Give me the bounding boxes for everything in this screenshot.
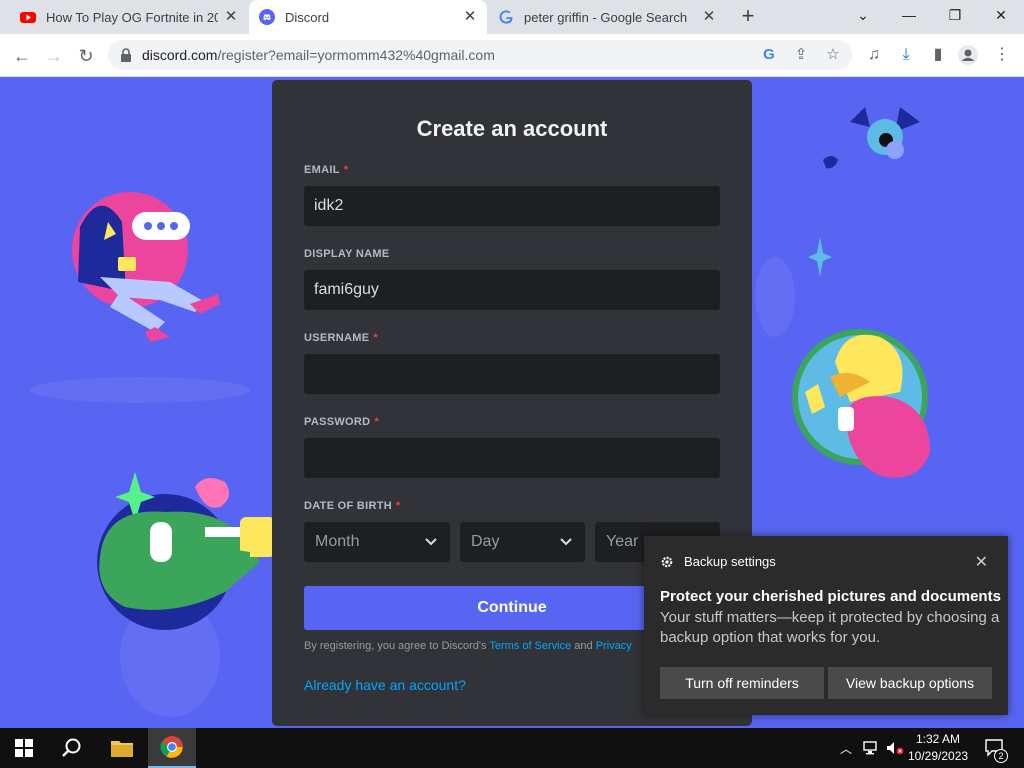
legal-text: By registering, you agree to Discord's T… bbox=[304, 640, 632, 652]
windows-taskbar: ︿ 1:32 AM 10/29/2023 2 bbox=[0, 728, 1024, 768]
background-cloud bbox=[30, 377, 250, 403]
password-field[interactable] bbox=[304, 438, 720, 478]
tab-search-chevron-icon[interactable]: ⌄ bbox=[840, 0, 886, 30]
discord-icon bbox=[259, 9, 275, 25]
download-icon[interactable]: ⤓ bbox=[896, 45, 916, 65]
month-select[interactable]: Month bbox=[304, 522, 450, 562]
wumpus-friend-illustration bbox=[72, 192, 220, 342]
already-have-account-link[interactable]: Already have an account? bbox=[304, 677, 466, 693]
action-center-button[interactable]: 2 bbox=[980, 728, 1010, 768]
clock-time: 1:32 AM bbox=[915, 732, 961, 746]
url-host: discord.com bbox=[142, 47, 218, 63]
required-asterisk: * bbox=[396, 500, 401, 512]
required-asterisk: * bbox=[374, 416, 379, 428]
username-label: USERNAME * bbox=[304, 332, 378, 344]
notification-title: Protect your cherished pictures and docu… bbox=[660, 588, 1001, 605]
volume-muted-icon[interactable] bbox=[884, 728, 906, 768]
tab-title: peter griffin - Google Search bbox=[524, 9, 688, 25]
forward-button[interactable]: → bbox=[40, 42, 68, 70]
background-cloud bbox=[755, 257, 795, 337]
notification-body: Your stuff matters—keep it protected by … bbox=[660, 609, 1000, 646]
network-icon[interactable] bbox=[860, 728, 882, 768]
close-tab-icon[interactable]: ✕ bbox=[461, 8, 479, 26]
view-backup-options-button[interactable]: View backup options bbox=[828, 667, 992, 699]
email-field[interactable]: idk2 bbox=[304, 186, 720, 226]
folder-icon bbox=[111, 741, 133, 757]
restore-button[interactable]: ❐ bbox=[932, 0, 978, 30]
close-tab-icon[interactable]: ✕ bbox=[222, 8, 240, 26]
search-icon bbox=[62, 738, 81, 757]
display-name-field[interactable]: fami6guy bbox=[304, 270, 720, 310]
privacy-policy-link[interactable]: Privacy bbox=[596, 640, 632, 652]
search-button[interactable] bbox=[48, 728, 96, 768]
green-creature-illustration bbox=[97, 472, 275, 630]
tab-google-search[interactable]: peter griffin - Google Search ✕ bbox=[488, 0, 726, 34]
url-text: discord.com/register?email=yormomm432%40… bbox=[142, 47, 495, 63]
address-bar[interactable]: discord.com/register?email=yormomm432%40… bbox=[108, 40, 852, 70]
file-explorer-button[interactable] bbox=[98, 728, 146, 768]
display-name-label: DISPLAY NAME bbox=[304, 248, 390, 260]
date-of-birth-label: DATE OF BIRTH * bbox=[304, 500, 401, 512]
tab-title: Discord bbox=[285, 9, 330, 25]
chevron-down-icon bbox=[424, 522, 438, 578]
chrome-menu-icon[interactable]: ⋮ bbox=[992, 45, 1012, 65]
flying-creature-illustration bbox=[823, 107, 920, 169]
minimize-button[interactable]: — bbox=[886, 0, 932, 30]
browser-toolbar: ← → ↻ discord.com/register?email=yormomm… bbox=[0, 34, 1024, 77]
back-button[interactable]: ← bbox=[8, 42, 36, 70]
sparkle-icon bbox=[808, 237, 832, 277]
reload-button[interactable]: ↻ bbox=[72, 42, 100, 70]
chrome-icon bbox=[160, 736, 183, 758]
url-path: /register?email=yormomm432%40gmail.com bbox=[217, 47, 495, 63]
required-asterisk: * bbox=[343, 164, 349, 176]
windows-logo-icon bbox=[15, 739, 33, 757]
yellow-duck-illustration bbox=[792, 329, 930, 478]
browser-tab-strip: How To Play OG Fortnite in 2023 ✕ Discor… bbox=[0, 0, 1024, 34]
share-icon[interactable]: ⇪ bbox=[792, 46, 810, 64]
youtube-icon bbox=[20, 12, 36, 23]
google-icon bbox=[499, 10, 513, 24]
google-lens-icon[interactable]: G bbox=[760, 46, 778, 64]
backup-notification: Backup settings ✕ Protect your cherished… bbox=[644, 536, 1008, 715]
side-panel-icon[interactable]: ▮ bbox=[928, 45, 948, 65]
tab-youtube[interactable]: How To Play OG Fortnite in 2023 ✕ bbox=[8, 0, 248, 34]
tab-title: How To Play OG Fortnite in 2023 bbox=[46, 9, 218, 25]
notification-app-name: Backup settings bbox=[684, 554, 776, 569]
notification-count-badge: 2 bbox=[994, 749, 1008, 763]
profile-avatar-icon[interactable] bbox=[958, 45, 978, 65]
username-field[interactable] bbox=[304, 354, 720, 394]
close-icon[interactable]: ✕ bbox=[975, 552, 988, 572]
bookmark-star-icon[interactable]: ☆ bbox=[824, 46, 842, 64]
start-button[interactable] bbox=[0, 728, 48, 768]
day-select[interactable]: Day bbox=[460, 522, 585, 562]
lock-icon bbox=[121, 48, 131, 62]
tab-discord[interactable]: Discord ✕ bbox=[249, 0, 487, 34]
required-asterisk: * bbox=[373, 332, 378, 344]
chevron-down-icon bbox=[559, 522, 573, 578]
email-label: EMAIL * bbox=[304, 164, 349, 176]
password-label: PASSWORD * bbox=[304, 416, 379, 428]
page-title: Create an account bbox=[416, 116, 608, 141]
taskbar-clock[interactable]: 1:32 AM 10/29/2023 bbox=[908, 731, 968, 765]
chrome-taskbar-button[interactable] bbox=[148, 728, 196, 768]
notification-header: Backup settings bbox=[660, 554, 776, 569]
new-tab-button[interactable]: + bbox=[736, 5, 760, 29]
clock-date: 10/29/2023 bbox=[908, 749, 969, 763]
media-controls-icon[interactable]: ♫ bbox=[864, 45, 884, 65]
show-hidden-icons-chevron-icon[interactable]: ︿ bbox=[836, 728, 856, 768]
close-tab-icon[interactable]: ✕ bbox=[700, 8, 718, 26]
terms-of-service-link[interactable]: Terms of Service bbox=[489, 640, 571, 652]
close-window-button[interactable]: ✕ bbox=[978, 0, 1024, 30]
turn-off-reminders-button[interactable]: Turn off reminders bbox=[660, 667, 824, 699]
gear-icon bbox=[661, 556, 673, 567]
